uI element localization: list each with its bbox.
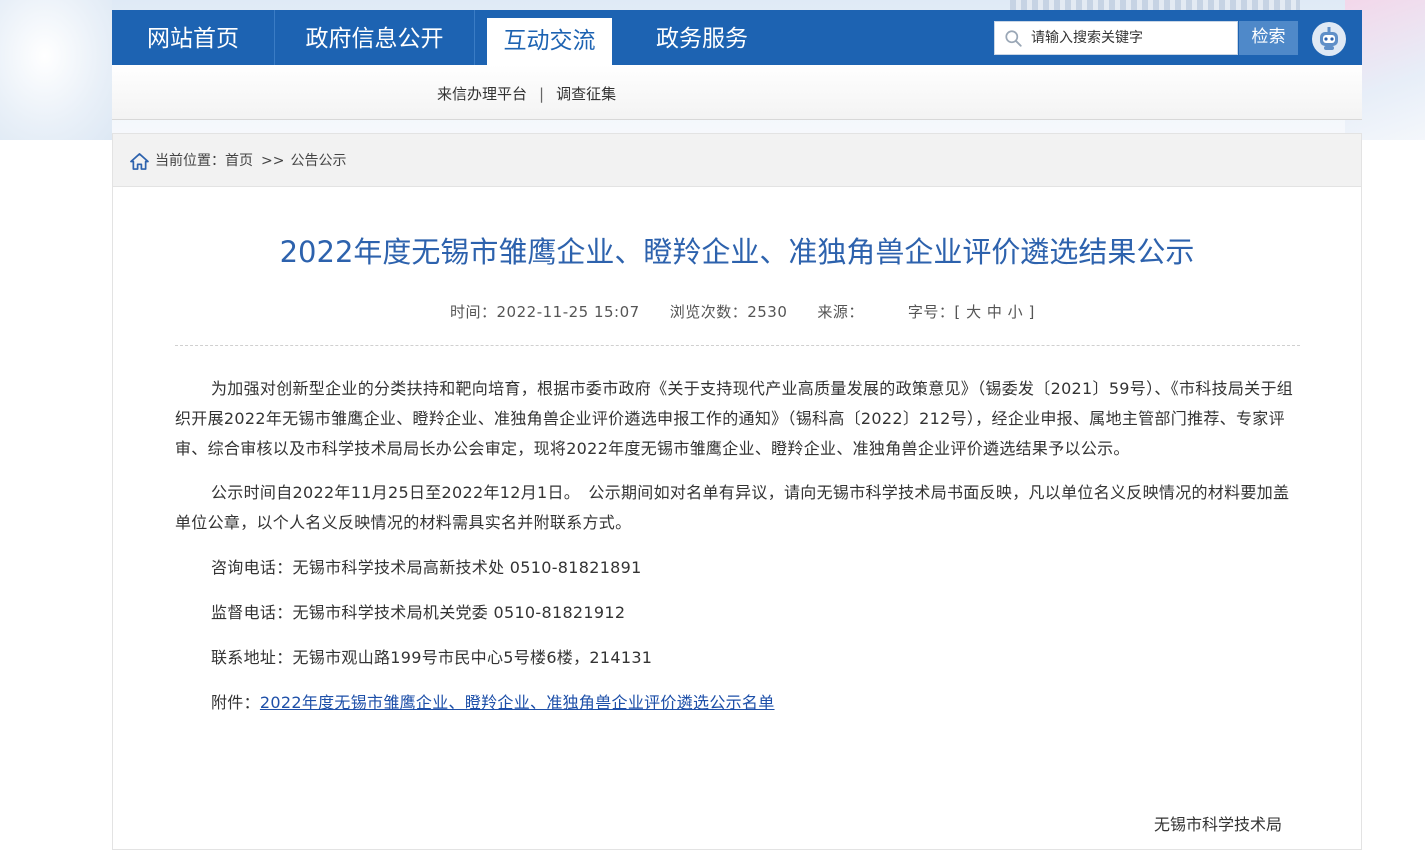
breadcrumb: 当前位置：首页 >> 公告公示 bbox=[113, 134, 1361, 187]
meta-views-label: 浏览次数： bbox=[669, 303, 748, 321]
background-decoration-left bbox=[0, 0, 112, 140]
meta-time-label: 时间： bbox=[450, 303, 497, 321]
divider bbox=[175, 345, 1300, 346]
meta-views: 2530 bbox=[747, 303, 788, 321]
attachment-label: 附件： bbox=[211, 693, 260, 712]
font-bracket-close: ] bbox=[1028, 303, 1035, 321]
home-icon bbox=[130, 153, 149, 170]
font-size-medium-button[interactable]: 中 bbox=[987, 303, 1003, 321]
sub-nav: 来信办理平台 | 调查征集 bbox=[112, 65, 1362, 120]
font-bracket-open: [ bbox=[954, 303, 961, 321]
attachment-line: 附件：2022年度无锡市雏鹰企业、瞪羚企业、准独角兽企业评价遴选公示名单 bbox=[175, 688, 1301, 718]
attachment-link[interactable]: 2022年度无锡市雏鹰企业、瞪羚企业、准独角兽企业评价遴选公示名单 bbox=[260, 693, 775, 712]
article-paragraph-1: 为加强对创新型企业的分类扶持和靶向培育，根据市委市政府《关于支持现代产业高质量发… bbox=[175, 379, 1294, 458]
robot-assistant-button[interactable] bbox=[1312, 22, 1346, 56]
robot-icon bbox=[1320, 27, 1338, 50]
article-paragraph-2: 公示时间自2022年11月25日至2022年12月1日。 公示期间如对名单有异议… bbox=[175, 483, 1290, 532]
content-panel: 当前位置：首页 >> 公告公示 2022年度无锡市雏鹰企业、瞪羚企业、准独角兽企业评… bbox=[112, 133, 1362, 850]
search-icon bbox=[1005, 30, 1022, 47]
nav-item-gov-info[interactable]: 政府信息公开 bbox=[275, 10, 475, 65]
contact-address: 联系地址：无锡市观山路199号市民中心5号楼6楼，214131 bbox=[211, 648, 653, 667]
nav-item-home[interactable]: 网站首页 bbox=[112, 10, 275, 65]
meta-source-label: 来源： bbox=[817, 303, 864, 321]
subnav-link-survey[interactable]: 调查征集 bbox=[556, 85, 616, 103]
breadcrumb-current[interactable]: 公告公示 bbox=[290, 153, 346, 169]
font-size-large-button[interactable]: 大 bbox=[966, 303, 982, 321]
meta-font-label: 字号： bbox=[907, 303, 955, 321]
article-meta: 时间：2022-11-25 15:07 浏览次数：2530 来源： 字号：[ 大 中 … bbox=[450, 301, 1035, 322]
article-body: 为加强对创新型企业的分类扶持和靶向培育，根据市委市政府《关于支持现代产业高质量发… bbox=[175, 374, 1301, 718]
supervise-phone: 监督电话：无锡市科学技术局机关党委 0510-81821912 bbox=[211, 603, 626, 622]
subnav-separator: | bbox=[539, 85, 545, 103]
main-nav: 网站首页 政府信息公开 互动交流 政务服务 检索 bbox=[112, 10, 1362, 65]
search-button[interactable]: 检索 bbox=[1239, 21, 1298, 55]
nav-item-services[interactable]: 政务服务 bbox=[622, 10, 782, 65]
subnav-link-letters[interactable]: 来信办理平台 bbox=[437, 85, 527, 103]
consult-phone: 咨询电话：无锡市科学技术局高新技术处 0510-81821891 bbox=[211, 558, 642, 577]
article-title: 2022年度无锡市雏鹰企业、瞪羚企业、准独角兽企业评价遴选结果公示 bbox=[279, 235, 1195, 269]
search-box bbox=[994, 21, 1238, 55]
breadcrumb-arrow: >> bbox=[261, 153, 285, 169]
meta-time: 2022-11-25 15:07 bbox=[496, 303, 640, 321]
signature: 无锡市科学技术局 bbox=[1154, 815, 1283, 834]
search-input[interactable] bbox=[1031, 22, 1231, 54]
font-size-small-button[interactable]: 小 bbox=[1008, 303, 1024, 321]
breadcrumb-label: 当前位置： bbox=[155, 153, 225, 169]
nav-item-interaction[interactable]: 互动交流 bbox=[487, 18, 612, 65]
breadcrumb-home-link[interactable]: 首页 bbox=[225, 153, 253, 169]
